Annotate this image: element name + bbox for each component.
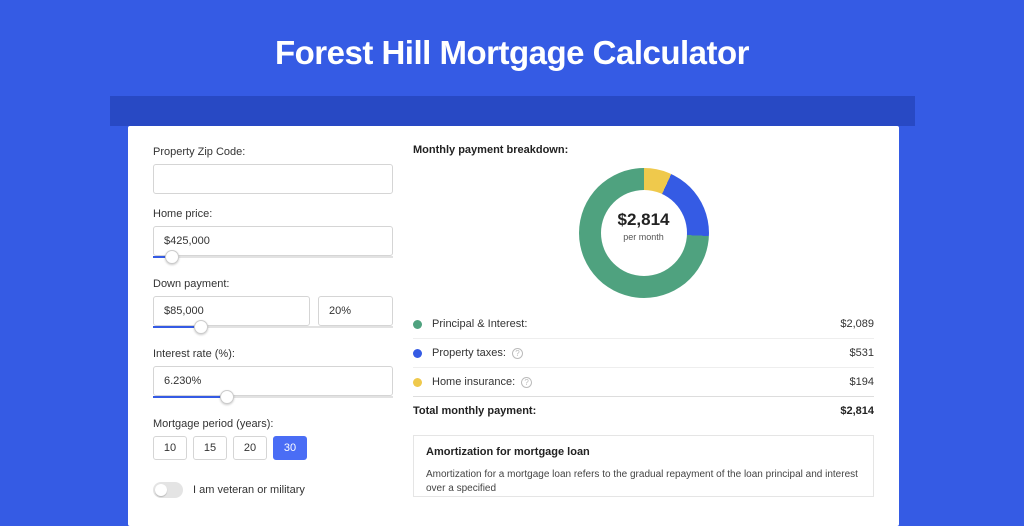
amortization-title: Amortization for mortgage loan xyxy=(426,446,861,458)
home-price-label: Home price: xyxy=(153,208,393,220)
down-payment-input[interactable]: $85,000 xyxy=(153,296,310,326)
amortization-text: Amortization for a mortgage loan refers … xyxy=(426,468,861,496)
legend-label: Property taxes: xyxy=(432,347,506,359)
veteran-label: I am veteran or military xyxy=(193,484,305,496)
total-value: $2,814 xyxy=(840,405,874,417)
total-label: Total monthly payment: xyxy=(413,405,536,417)
zip-label: Property Zip Code: xyxy=(153,146,393,158)
down-payment-pct-input[interactable]: 20% xyxy=(318,296,393,326)
legend-row: Home insurance:? $194 xyxy=(413,368,874,396)
header-band xyxy=(110,96,915,126)
info-icon[interactable]: ? xyxy=(512,348,523,359)
breakdown-title: Monthly payment breakdown: xyxy=(413,144,874,156)
legend-row: Principal & Interest: $2,089 xyxy=(413,310,874,339)
legend-value: $531 xyxy=(850,347,874,359)
legend-dot xyxy=(413,320,422,329)
toggle-knob xyxy=(155,484,167,496)
interest-rate-slider[interactable] xyxy=(153,394,393,404)
period-option-30[interactable]: 30 xyxy=(273,436,307,460)
home-price-slider[interactable] xyxy=(153,254,393,264)
info-icon[interactable]: ? xyxy=(521,377,532,388)
period-option-15[interactable]: 15 xyxy=(193,436,227,460)
interest-rate-label: Interest rate (%): xyxy=(153,348,393,360)
slider-thumb[interactable] xyxy=(194,320,208,334)
total-row: Total monthly payment: $2,814 xyxy=(413,396,874,429)
legend-value: $194 xyxy=(850,376,874,388)
donut-chart-wrap: $2,814 per month xyxy=(413,168,874,298)
results-column: Monthly payment breakdown: $2,814 per mo… xyxy=(413,144,874,526)
interest-rate-input[interactable]: 6.230% xyxy=(153,366,393,396)
legend-label: Home insurance: xyxy=(432,376,515,388)
period-label: Mortgage period (years): xyxy=(153,418,393,430)
page-title: Forest Hill Mortgage Calculator xyxy=(0,34,1024,72)
down-payment-slider[interactable] xyxy=(153,324,393,334)
legend-dot xyxy=(413,349,422,358)
veteran-toggle[interactable] xyxy=(153,482,183,498)
period-option-10[interactable]: 10 xyxy=(153,436,187,460)
inputs-column: Property Zip Code: Home price: $425,000 … xyxy=(153,144,393,526)
donut-chart: $2,814 per month xyxy=(579,168,709,298)
legend-dot xyxy=(413,378,422,387)
slider-thumb[interactable] xyxy=(165,250,179,264)
donut-sublabel: per month xyxy=(579,232,709,242)
legend-value: $2,089 xyxy=(840,318,874,330)
slider-thumb[interactable] xyxy=(220,390,234,404)
home-price-input[interactable]: $425,000 xyxy=(153,226,393,256)
period-options: 10152030 xyxy=(153,436,393,460)
legend-label: Principal & Interest: xyxy=(432,318,527,330)
zip-input[interactable] xyxy=(153,164,393,194)
legend-row: Property taxes:? $531 xyxy=(413,339,874,368)
down-payment-label: Down payment: xyxy=(153,278,393,290)
breakdown-legend: Principal & Interest: $2,089 Property taxe… xyxy=(413,310,874,396)
donut-amount: $2,814 xyxy=(579,210,709,230)
calculator-card: Property Zip Code: Home price: $425,000 … xyxy=(128,126,899,526)
amortization-section: Amortization for mortgage loan Amortizat… xyxy=(413,435,874,497)
period-option-20[interactable]: 20 xyxy=(233,436,267,460)
